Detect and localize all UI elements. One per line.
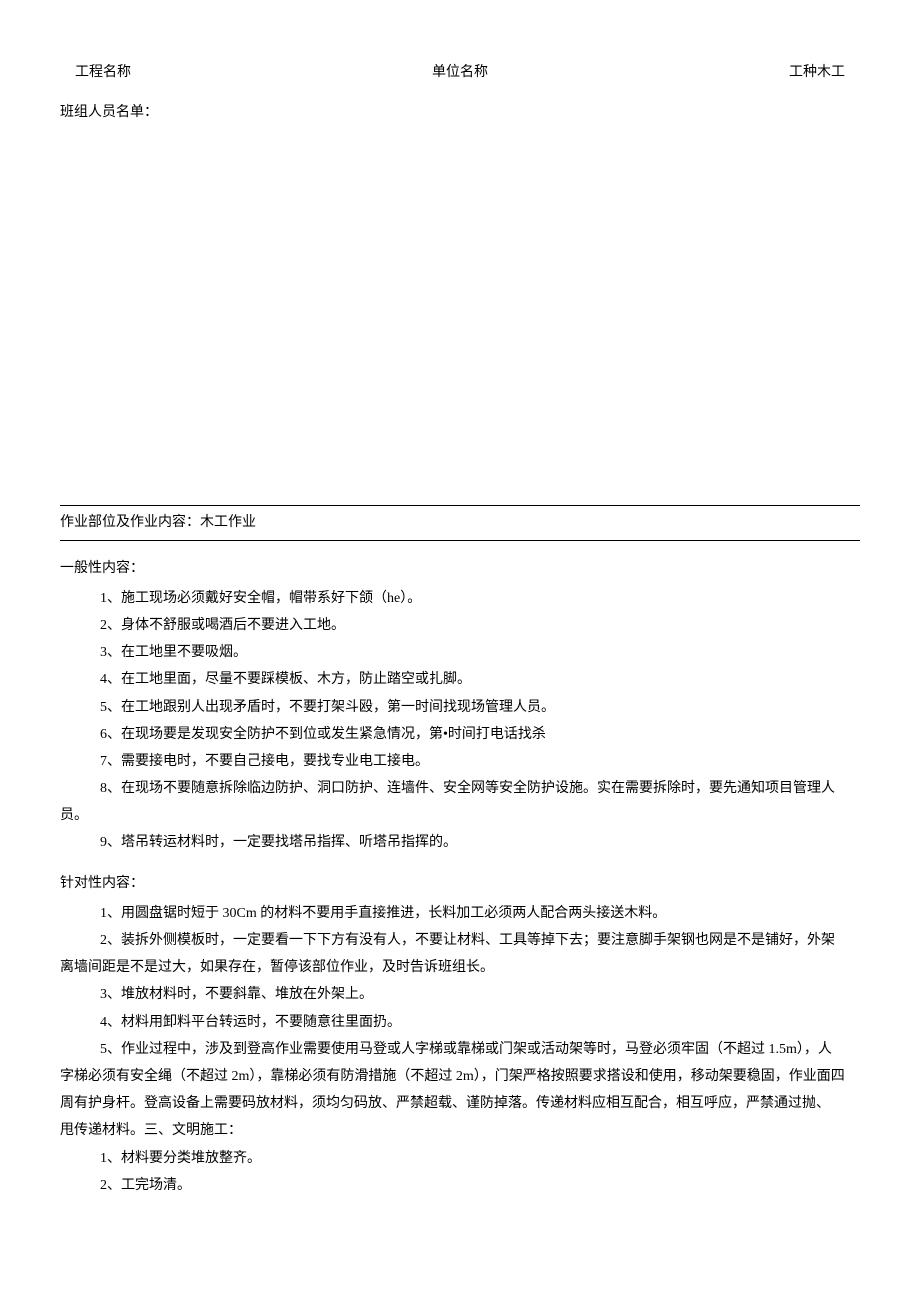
blank-spacer xyxy=(60,145,860,505)
general-item-4: 4、在工地里面，尽量不要踩模板、木方，防止踏空或扎脚。 xyxy=(60,667,860,692)
specific-section: 针对性内容： 1、用圆盘锯时短于 30Cm 的材料不要用手直接推进，长料加工必须… xyxy=(60,871,860,1198)
team-list-label: 班组人员名单： xyxy=(60,100,860,125)
general-item-3: 3、在工地里不要吸烟。 xyxy=(60,640,860,665)
general-item-8-line2: 员。 xyxy=(60,803,860,828)
general-item-6: 6、在现场要是发现安全防护不到位或发生紧急情况，第•时间打电话找杀 xyxy=(60,722,860,747)
civil-item-1: 1、材料要分类堆放整齐。 xyxy=(60,1146,860,1171)
general-item-5: 5、在工地跟别人出现矛盾时，不要打架斗殴，第一时间找现场管理人员。 xyxy=(60,695,860,720)
specific-item-5-line4: 甩传递材料。三、文明施工： xyxy=(60,1118,860,1143)
general-item-9: 9、塔吊转运材料时，一定要找塔吊指挥、听塔吊指挥的。 xyxy=(60,830,860,855)
general-item-2: 2、身体不舒服或喝酒后不要进入工地。 xyxy=(60,613,860,638)
section-header: 作业部位及作业内容：木工作业 xyxy=(60,505,860,540)
unit-name-label: 单位名称 xyxy=(432,60,488,85)
general-section: 一般性内容： 1、施工现场必须戴好安全帽，帽带系好下颌（he）。 2、身体不舒服… xyxy=(60,556,860,856)
specific-item-5-line2: 字梯必须有安全绳（不超过 2m），靠梯必须有防滑措施（不超过 2m），门架严格按… xyxy=(60,1064,860,1089)
general-item-8-line1: 8、在现场不要随意拆除临边防护、洞口防护、连墙件、安全网等安全防护设施。实在需要… xyxy=(60,776,860,801)
specific-item-5-line3: 周有护身杆。登高设备上需要码放材料，须均匀码放、严禁超载、谨防掉落。传递材料应相… xyxy=(60,1091,860,1116)
header-row: 工程名称 单位名称 工种木工 xyxy=(60,60,860,85)
specific-item-2-line1: 2、装拆外侧模板时，一定要看一下下方有没有人，不要让材料、工具等掉下去；要注意脚… xyxy=(60,928,860,953)
general-item-1: 1、施工现场必须戴好安全帽，帽带系好下颌（he）。 xyxy=(60,586,860,611)
work-type-label: 工种木工 xyxy=(789,60,845,85)
specific-item-2-line2: 离墙间距是不是过大，如果存在，暂停该部位作业，及时告诉班组长。 xyxy=(60,955,860,980)
specific-title: 针对性内容： xyxy=(60,871,860,896)
civil-item-2: 2、工完场清。 xyxy=(60,1173,860,1198)
general-title: 一般性内容： xyxy=(60,556,860,581)
project-name-label: 工程名称 xyxy=(75,60,131,85)
specific-item-4: 4、材料用卸料平台转运时，不要随意往里面扔。 xyxy=(60,1010,860,1035)
specific-item-3: 3、堆放材料时，不要斜靠、堆放在外架上。 xyxy=(60,982,860,1007)
specific-item-5-line1: 5、作业过程中，涉及到登高作业需要使用马登或人字梯或靠梯或门架或活动架等时，马登… xyxy=(60,1037,860,1062)
general-item-7: 7、需要接电时，不要自己接电，要找专业电工接电。 xyxy=(60,749,860,774)
specific-item-1: 1、用圆盘锯时短于 30Cm 的材料不要用手直接推进，长料加工必须两人配合两头接… xyxy=(60,901,860,926)
